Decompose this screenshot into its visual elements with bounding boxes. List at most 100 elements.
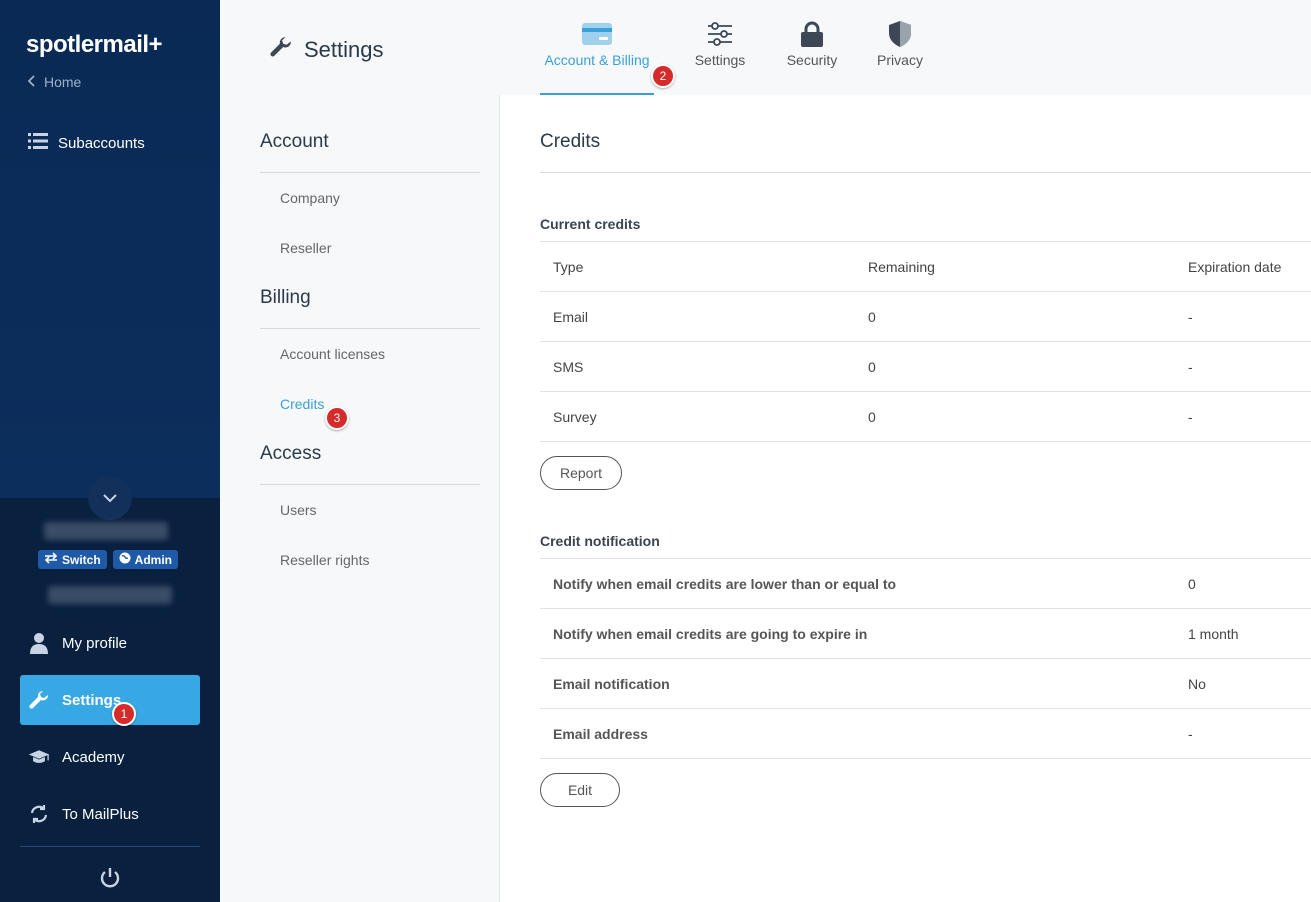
swap-icon <box>28 804 50 824</box>
credits-panel: Credits Current credits Type Remaining E… <box>499 95 1311 902</box>
sidebar: spotlermail+ Home Subaccounts Switch Adm… <box>0 0 220 902</box>
sidebar-divider <box>20 846 200 847</box>
row-divider <box>540 441 1311 442</box>
switch-label: Switch <box>62 552 101 567</box>
notification-label-cell: Email notification <box>553 676 670 692</box>
tab-security[interactable]: Security <box>782 20 842 95</box>
home-label: Home <box>44 74 82 90</box>
lock-icon <box>801 20 823 48</box>
step-marker-3: 3 <box>325 406 349 430</box>
step-marker-2: 2 <box>651 64 675 88</box>
column-header-remaining: Remaining <box>868 259 935 275</box>
panel-title-divider <box>540 172 1311 173</box>
panel-title: Credits <box>540 131 601 152</box>
row-divider <box>540 291 1311 292</box>
credit-expiration-cell: - <box>1188 359 1193 375</box>
subnav-link-company[interactable]: Company <box>280 190 340 206</box>
tab-label: Account & Billing <box>544 52 650 68</box>
notification-value-cell: 1 month <box>1188 626 1239 642</box>
row-divider <box>540 708 1311 709</box>
edit-button[interactable]: Edit <box>540 773 620 807</box>
row-divider <box>540 391 1311 392</box>
sidebar-item-settings[interactable]: Settings <box>20 675 200 725</box>
academy-label: Academy <box>62 748 125 766</box>
chevron-down-icon <box>103 490 117 506</box>
sliders-icon <box>707 20 733 48</box>
row-divider <box>540 658 1311 659</box>
graduation-cap-icon <box>28 748 50 766</box>
notification-label-cell: Email address <box>553 726 648 742</box>
blurred-user-name <box>48 586 172 604</box>
column-header-expiration: Expiration date <box>1188 259 1282 275</box>
settings-label: Settings <box>62 691 122 709</box>
credit-remaining-cell: 0 <box>868 409 876 425</box>
table-top-line <box>540 558 1311 559</box>
blurred-account-name <box>44 522 168 540</box>
sidebar-item-subaccounts[interactable]: Subaccounts <box>28 132 145 154</box>
list-icon <box>28 132 48 154</box>
wrench-icon <box>28 690 50 710</box>
subnav-link-reseller-rights[interactable]: Reseller rights <box>280 552 369 568</box>
credit-type-cell: SMS <box>553 359 584 375</box>
credit-expiration-cell: - <box>1188 309 1193 325</box>
table-top-line <box>540 241 1311 242</box>
notification-value-cell: No <box>1188 676 1206 692</box>
notification-value-cell: 0 <box>1188 576 1196 592</box>
row-divider <box>540 341 1311 342</box>
tab-account-billing[interactable]: Account & Billing <box>540 20 654 95</box>
switch-badge[interactable]: Switch <box>38 550 107 569</box>
globe-icon <box>119 552 131 567</box>
subnav-link-reseller[interactable]: Reseller <box>280 240 331 256</box>
spotler-logo[interactable]: spotlermail+ <box>26 31 163 59</box>
home-link[interactable]: Home <box>27 74 82 90</box>
subnav-link-account-licenses[interactable]: Account licenses <box>280 346 385 362</box>
wrench-icon <box>270 36 292 64</box>
notification-label-cell: Notify when email credits are lower than… <box>553 576 897 592</box>
credit-remaining-cell: 0 <box>868 359 876 375</box>
credit-notification-heading: Credit notification <box>540 533 660 549</box>
shield-icon <box>889 20 911 48</box>
report-button[interactable]: Report <box>540 456 622 490</box>
sidebar-item-my-profile[interactable]: My profile <box>20 618 200 668</box>
collapse-button[interactable] <box>88 476 132 520</box>
notification-value-cell: - <box>1188 726 1193 742</box>
account-badges: Switch Admin <box>38 550 179 569</box>
section-divider <box>260 172 480 173</box>
admin-badge: Admin <box>112 550 179 569</box>
column-header-type: Type <box>553 259 584 275</box>
tab-settings[interactable]: Settings <box>690 20 750 95</box>
sidebar-item-to-mailplus[interactable]: To MailPlus <box>20 789 200 839</box>
credit-card-icon <box>582 20 612 48</box>
section-title-access: Access <box>260 443 322 464</box>
row-divider <box>540 758 1311 759</box>
tab-label: Security <box>786 52 838 68</box>
page-title-text: Settings <box>304 37 384 62</box>
tab-privacy[interactable]: Privacy <box>872 20 928 95</box>
power-icon[interactable] <box>98 866 122 890</box>
sidebar-item-academy[interactable]: Academy <box>20 732 200 782</box>
subnav-link-users[interactable]: Users <box>280 502 317 518</box>
switch-icon <box>44 552 58 567</box>
credit-type-cell: Survey <box>553 409 597 425</box>
section-divider <box>260 484 480 485</box>
notification-label-cell: Notify when email credits are going to e… <box>553 626 868 642</box>
credit-expiration-cell: - <box>1188 409 1193 425</box>
chevron-left-icon <box>27 74 36 90</box>
subaccounts-label: Subaccounts <box>58 134 145 152</box>
current-credits-heading: Current credits <box>540 216 641 232</box>
section-title-account: Account <box>260 131 329 152</box>
credit-remaining-cell: 0 <box>868 309 876 325</box>
row-divider <box>540 608 1311 609</box>
admin-label: Admin <box>134 552 173 567</box>
section-title-billing: Billing <box>260 287 311 308</box>
user-icon <box>28 632 50 654</box>
header: Settings Account & Billing Settings Secu… <box>220 0 1311 95</box>
page-title: Settings <box>270 36 384 64</box>
to-mailplus-label: To MailPlus <box>62 805 139 823</box>
tab-label: Privacy <box>877 52 923 68</box>
my-profile-label: My profile <box>62 634 128 652</box>
tab-label: Settings <box>694 52 746 68</box>
step-marker-1: 1 <box>112 702 136 726</box>
credit-type-cell: Email <box>553 309 589 325</box>
subnav-link-credits[interactable]: Credits <box>280 396 324 412</box>
